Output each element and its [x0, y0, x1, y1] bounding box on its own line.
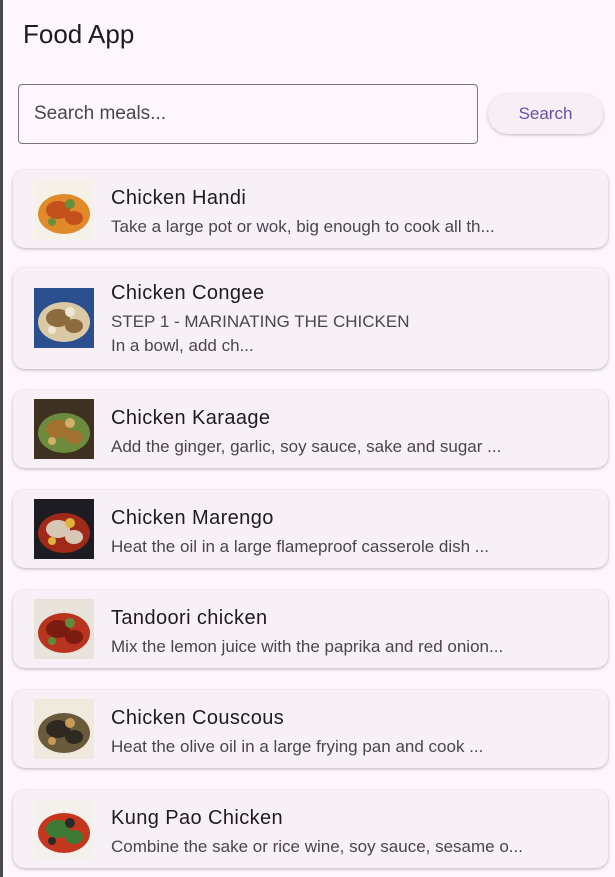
app-title: Food App — [23, 19, 135, 49]
meal-name: Chicken Couscous — [111, 707, 285, 729]
meal-card[interactable]: Kung Pao Chicken Combine the sake or rice… — [13, 790, 608, 868]
meal-card[interactable]: Chicken Congee STEP 1 - MARINATING THE CH… — [13, 268, 608, 369]
meal-card[interactable]: Chicken Marengo Heat the oil in a large f… — [13, 490, 608, 568]
meal-description: Heat the oil in a large flameproof casse… — [111, 537, 489, 556]
meal-name: Chicken Karaage — [111, 407, 271, 429]
meal-name: Chicken Handi — [111, 187, 247, 209]
meal-thumbnail — [34, 399, 94, 459]
meal-thumbnail — [34, 180, 94, 240]
meal-description: Heat the olive oil in a large frying pan… — [111, 737, 484, 756]
search-button[interactable]: Search — [488, 94, 603, 134]
meal-thumbnail — [34, 499, 94, 559]
window-edge — [0, 0, 3, 877]
meal-card[interactable]: Chicken Karaage Add the ginger, garlic, s… — [13, 390, 608, 468]
meal-thumbnail — [34, 699, 94, 759]
meal-card[interactable]: Chicken Handi Take a large pot or wok, bi… — [13, 170, 608, 248]
meal-description: Take a large pot or wok, big enough to c… — [111, 217, 495, 236]
meal-thumbnail — [34, 599, 94, 659]
meal-description: Mix the lemon juice with the paprika and… — [111, 637, 504, 656]
meal-description: STEP 1 - MARINATING THE CHICKEN In a bow… — [111, 312, 410, 355]
meal-description: Combine the sake or rice wine, soy sauce… — [111, 837, 523, 856]
search-input[interactable] — [18, 84, 478, 144]
meal-card[interactable]: Chicken Couscous Heat the olive oil in a … — [13, 690, 608, 768]
meal-name: Chicken Congee — [111, 282, 265, 304]
meal-description: Add the ginger, garlic, soy sauce, sake … — [111, 437, 502, 456]
meal-thumbnail — [34, 799, 94, 859]
meal-thumbnail — [34, 288, 94, 348]
meal-name: Kung Pao Chicken — [111, 807, 284, 829]
meal-name: Chicken Marengo — [111, 507, 274, 529]
meal-name: Tandoori chicken — [111, 607, 268, 629]
meal-card[interactable]: Tandoori chicken Mix the lemon juice with… — [13, 590, 608, 668]
